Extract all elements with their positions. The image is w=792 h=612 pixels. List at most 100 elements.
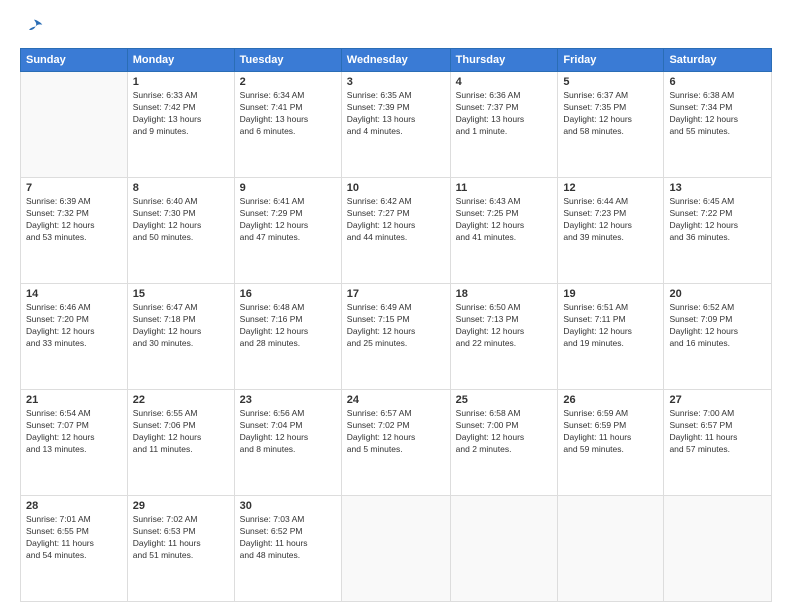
day-info: Sunrise: 7:00 AM Sunset: 6:57 PM Dayligh… — [669, 408, 766, 456]
calendar-cell: 15 Sunrise: 6:47 AM Sunset: 7:18 PM Dayli… — [127, 284, 234, 390]
calendar-cell: 3 Sunrise: 6:35 AM Sunset: 7:39 PM Daylig… — [341, 72, 450, 178]
calendar-cell: 7 Sunrise: 6:39 AM Sunset: 7:32 PM Daylig… — [21, 178, 128, 284]
day-info: Sunrise: 7:01 AM Sunset: 6:55 PM Dayligh… — [26, 514, 122, 562]
weekday-header-thursday: Thursday — [450, 49, 558, 72]
calendar-cell: 8 Sunrise: 6:40 AM Sunset: 7:30 PM Daylig… — [127, 178, 234, 284]
calendar-cell: 13Sunrise: 6:45 AM Sunset: 7:22 PM Dayli… — [664, 178, 772, 284]
weekday-header-friday: Friday — [558, 49, 664, 72]
day-info: Sunrise: 6:58 AM Sunset: 7:00 PM Dayligh… — [456, 408, 553, 456]
day-number: 9 — [240, 182, 336, 194]
calendar-cell: 1 Sunrise: 6:33 AM Sunset: 7:42 PM Daylig… — [127, 72, 234, 178]
day-number: 8 — [133, 182, 229, 194]
day-number: 29 — [133, 500, 229, 512]
day-number: 27 — [669, 394, 766, 406]
week-row-1: 1 Sunrise: 6:33 AM Sunset: 7:42 PM Daylig… — [21, 72, 772, 178]
day-info: Sunrise: 6:48 AM Sunset: 7:16 PM Dayligh… — [240, 302, 336, 350]
day-number: 3 — [347, 76, 445, 88]
day-number: 1 — [133, 76, 229, 88]
day-info: Sunrise: 6:49 AM Sunset: 7:15 PM Dayligh… — [347, 302, 445, 350]
weekday-header-sunday: Sunday — [21, 49, 128, 72]
day-info: Sunrise: 6:51 AM Sunset: 7:11 PM Dayligh… — [563, 302, 658, 350]
weekday-header-wednesday: Wednesday — [341, 49, 450, 72]
calendar-cell: 19 Sunrise: 6:51 AM Sunset: 7:11 PM Dayli… — [558, 284, 664, 390]
day-info: Sunrise: 6:52 AM Sunset: 7:09 PM Dayligh… — [669, 302, 766, 350]
day-number: 2 — [240, 76, 336, 88]
day-number: 15 — [133, 288, 229, 300]
logo — [20, 18, 46, 38]
day-number: 21 — [26, 394, 122, 406]
day-info: Sunrise: 6:43 AM Sunset: 7:25 PM Dayligh… — [456, 196, 553, 244]
day-info: Sunrise: 6:33 AM Sunset: 7:42 PM Dayligh… — [133, 90, 229, 138]
calendar-cell: 21Sunrise: 6:54 AM Sunset: 7:07 PM Dayli… — [21, 390, 128, 496]
calendar-cell: 22 Sunrise: 6:55 AM Sunset: 7:06 PM Dayli… — [127, 390, 234, 496]
calendar-table: SundayMondayTuesdayWednesdayThursdayFrid… — [20, 48, 772, 602]
calendar-cell: 24 Sunrise: 6:57 AM Sunset: 7:02 PM Dayli… — [341, 390, 450, 496]
day-info: Sunrise: 6:57 AM Sunset: 7:02 PM Dayligh… — [347, 408, 445, 456]
day-info: Sunrise: 6:35 AM Sunset: 7:39 PM Dayligh… — [347, 90, 445, 138]
calendar-cell: 28 Sunrise: 7:01 AM Sunset: 6:55 PM Dayli… — [21, 496, 128, 602]
calendar-cell: 17 Sunrise: 6:49 AM Sunset: 7:15 PM Dayli… — [341, 284, 450, 390]
day-number: 7 — [26, 182, 122, 194]
day-info: Sunrise: 6:38 AM Sunset: 7:34 PM Dayligh… — [669, 90, 766, 138]
day-number: 23 — [240, 394, 336, 406]
day-number: 30 — [240, 500, 336, 512]
calendar-cell: 29 Sunrise: 7:02 AM Sunset: 6:53 PM Dayli… — [127, 496, 234, 602]
day-info: Sunrise: 6:56 AM Sunset: 7:04 PM Dayligh… — [240, 408, 336, 456]
week-row-3: 14 Sunrise: 6:46 AM Sunset: 7:20 PM Dayli… — [21, 284, 772, 390]
day-info: Sunrise: 6:36 AM Sunset: 7:37 PM Dayligh… — [456, 90, 553, 138]
day-number: 17 — [347, 288, 445, 300]
calendar-cell: 12Sunrise: 6:44 AM Sunset: 7:23 PM Dayli… — [558, 178, 664, 284]
weekday-header-saturday: Saturday — [664, 49, 772, 72]
calendar-cell: 11 Sunrise: 6:43 AM Sunset: 7:25 PM Dayli… — [450, 178, 558, 284]
calendar-cell — [341, 496, 450, 602]
day-number: 14 — [26, 288, 122, 300]
week-row-4: 21Sunrise: 6:54 AM Sunset: 7:07 PM Dayli… — [21, 390, 772, 496]
day-number: 26 — [563, 394, 658, 406]
day-number: 19 — [563, 288, 658, 300]
calendar-cell: 20Sunrise: 6:52 AM Sunset: 7:09 PM Dayli… — [664, 284, 772, 390]
calendar-cell — [21, 72, 128, 178]
calendar-cell: 10 Sunrise: 6:42 AM Sunset: 7:27 PM Dayli… — [341, 178, 450, 284]
calendar-cell: 6 Sunrise: 6:38 AM Sunset: 7:34 PM Daylig… — [664, 72, 772, 178]
day-number: 28 — [26, 500, 122, 512]
calendar-cell: 30 Sunrise: 7:03 AM Sunset: 6:52 PM Dayli… — [234, 496, 341, 602]
day-number: 16 — [240, 288, 336, 300]
day-info: Sunrise: 6:44 AM Sunset: 7:23 PM Dayligh… — [563, 196, 658, 244]
day-number: 11 — [456, 182, 553, 194]
calendar-cell — [450, 496, 558, 602]
day-info: Sunrise: 6:55 AM Sunset: 7:06 PM Dayligh… — [133, 408, 229, 456]
calendar-cell: 9 Sunrise: 6:41 AM Sunset: 7:29 PM Daylig… — [234, 178, 341, 284]
logo-bird-icon — [24, 18, 44, 38]
calendar-cell: 14 Sunrise: 6:46 AM Sunset: 7:20 PM Dayli… — [21, 284, 128, 390]
day-info: Sunrise: 6:59 AM Sunset: 6:59 PM Dayligh… — [563, 408, 658, 456]
day-info: Sunrise: 6:41 AM Sunset: 7:29 PM Dayligh… — [240, 196, 336, 244]
week-row-2: 7 Sunrise: 6:39 AM Sunset: 7:32 PM Daylig… — [21, 178, 772, 284]
day-number: 13 — [669, 182, 766, 194]
day-number: 22 — [133, 394, 229, 406]
day-info: Sunrise: 6:47 AM Sunset: 7:18 PM Dayligh… — [133, 302, 229, 350]
day-info: Sunrise: 6:34 AM Sunset: 7:41 PM Dayligh… — [240, 90, 336, 138]
day-info: Sunrise: 6:39 AM Sunset: 7:32 PM Dayligh… — [26, 196, 122, 244]
day-number: 6 — [669, 76, 766, 88]
weekday-header-monday: Monday — [127, 49, 234, 72]
day-info: Sunrise: 6:46 AM Sunset: 7:20 PM Dayligh… — [26, 302, 122, 350]
header — [20, 18, 772, 38]
day-number: 4 — [456, 76, 553, 88]
week-row-5: 28 Sunrise: 7:01 AM Sunset: 6:55 PM Dayli… — [21, 496, 772, 602]
calendar-cell: 18Sunrise: 6:50 AM Sunset: 7:13 PM Dayli… — [450, 284, 558, 390]
day-number: 25 — [456, 394, 553, 406]
day-info: Sunrise: 6:42 AM Sunset: 7:27 PM Dayligh… — [347, 196, 445, 244]
page: SundayMondayTuesdayWednesdayThursdayFrid… — [0, 0, 792, 612]
day-info: Sunrise: 6:40 AM Sunset: 7:30 PM Dayligh… — [133, 196, 229, 244]
calendar-cell: 16 Sunrise: 6:48 AM Sunset: 7:16 PM Dayli… — [234, 284, 341, 390]
day-info: Sunrise: 7:02 AM Sunset: 6:53 PM Dayligh… — [133, 514, 229, 562]
calendar-cell: 2 Sunrise: 6:34 AM Sunset: 7:41 PM Daylig… — [234, 72, 341, 178]
calendar-cell: 23 Sunrise: 6:56 AM Sunset: 7:04 PM Dayli… — [234, 390, 341, 496]
day-info: Sunrise: 7:03 AM Sunset: 6:52 PM Dayligh… — [240, 514, 336, 562]
day-number: 24 — [347, 394, 445, 406]
day-number: 5 — [563, 76, 658, 88]
day-info: Sunrise: 6:50 AM Sunset: 7:13 PM Dayligh… — [456, 302, 553, 350]
calendar-cell: 4 Sunrise: 6:36 AM Sunset: 7:37 PM Daylig… — [450, 72, 558, 178]
calendar-cell: 25 Sunrise: 6:58 AM Sunset: 7:00 PM Dayli… — [450, 390, 558, 496]
day-number: 10 — [347, 182, 445, 194]
